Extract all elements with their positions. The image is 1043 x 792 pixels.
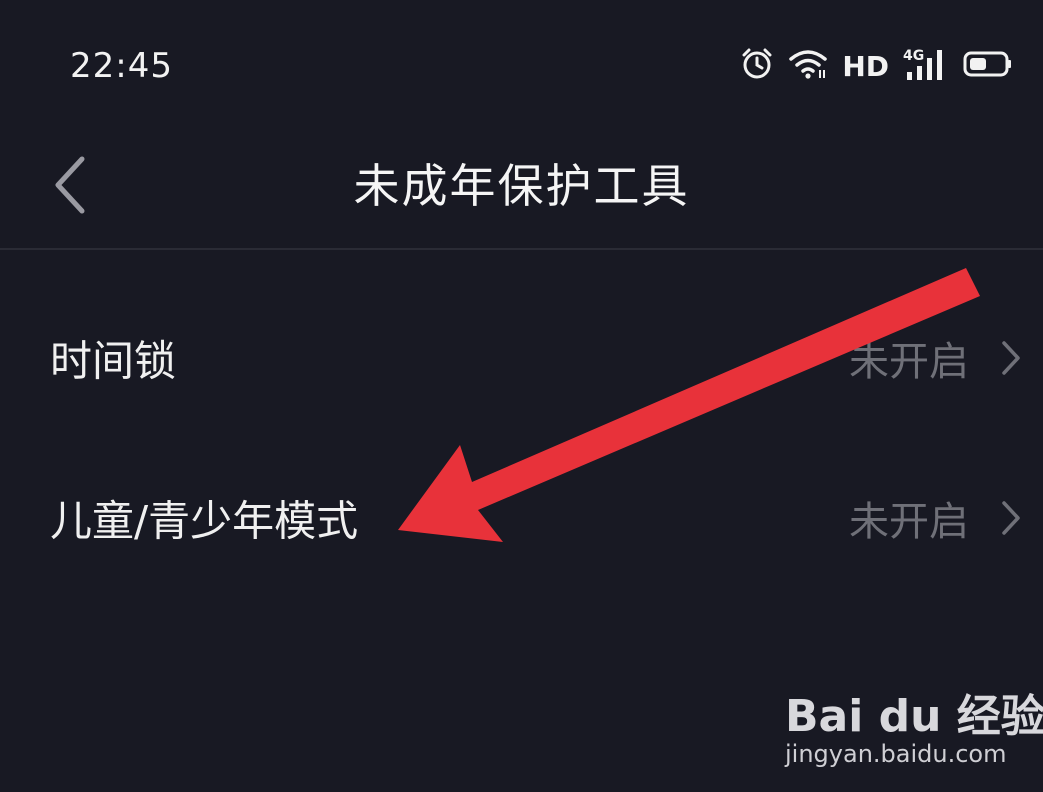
status-time: 22:45 [70,46,173,86]
hd-indicator: HD [842,49,889,83]
setting-label: 儿童/青少年模式 [50,496,359,546]
page-title: 未成年保护工具 [353,159,690,213]
setting-label: 时间锁 [50,336,177,386]
baidu-watermark: Bai du 经验 jingyan.baidu.com [785,680,1043,775]
status-icons: HD 4G [740,46,1013,86]
page-header: 未成年保护工具 [0,130,1043,250]
wifi-icon [788,48,828,84]
alarm-icon [740,47,774,85]
setting-status: 未开启 [849,339,969,385]
setting-row-time-lock[interactable]: 时间锁 未开启 [0,288,1043,428]
status-bar: 22:45 HD 4G [0,0,1043,130]
battery-icon [963,50,1013,82]
watermark-logo: Bai du 经验 [785,691,1043,742]
network-type-label: 4G [903,48,924,64]
setting-status: 未开启 [849,499,969,545]
chevron-right-icon [999,498,1023,538]
watermark-url: jingyan.baidu.com [785,740,1007,768]
chevron-right-icon [999,338,1023,378]
setting-row-youth-mode[interactable]: 儿童/青少年模式 未开启 [0,448,1043,588]
signal-icon: 4G [903,46,949,86]
